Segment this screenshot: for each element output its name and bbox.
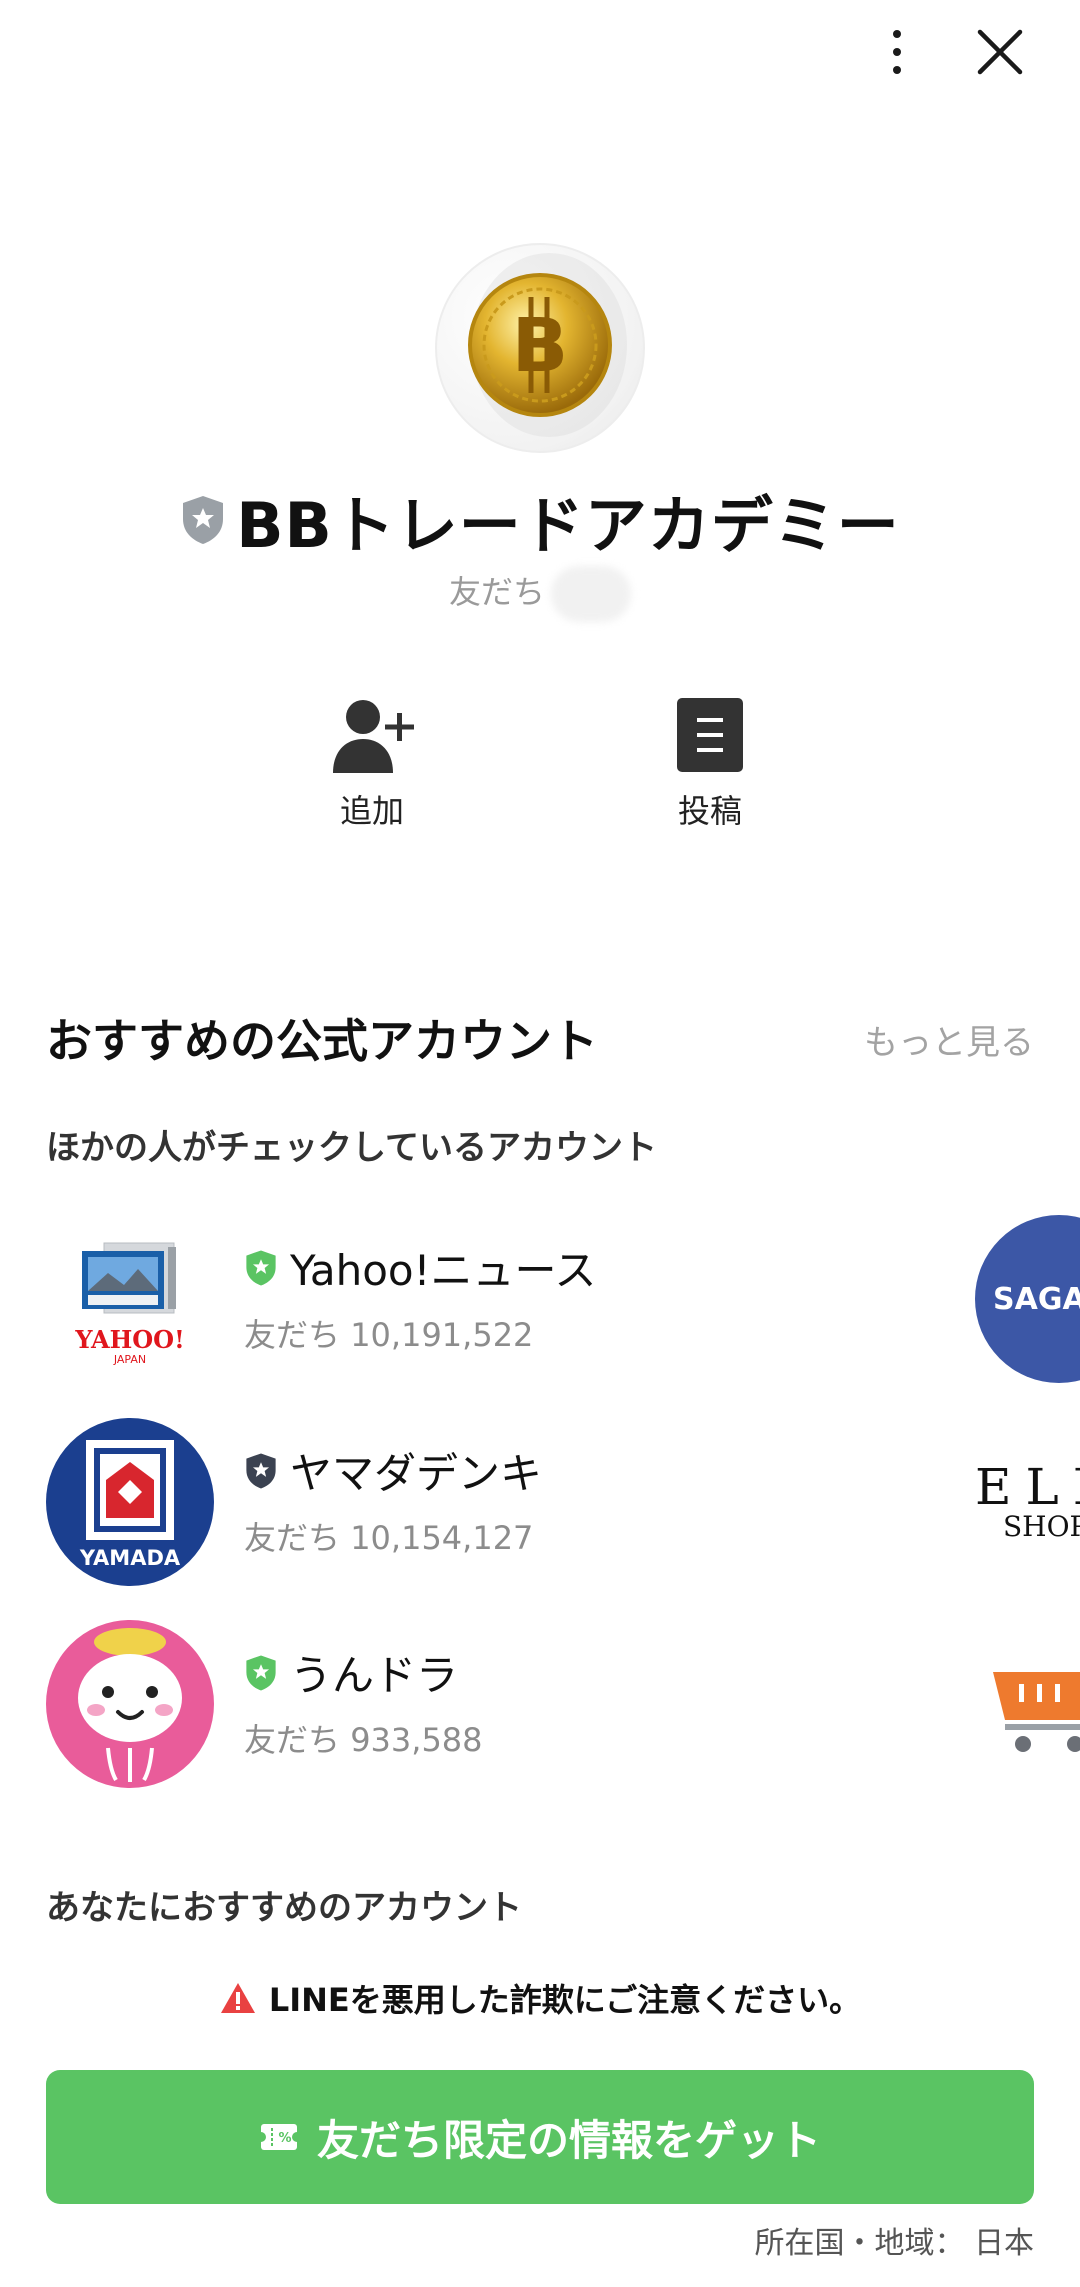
coupon-icon: % (258, 2124, 299, 2150)
get-friend-info-button[interactable]: % 友だち限定の情報をゲット (46, 2070, 1034, 2204)
yahoo-news-logo: YAHOO! JAPAN (46, 1215, 214, 1383)
profile-title-row: BBトレードアカデミー (0, 485, 1080, 562)
svg-text:%: % (278, 2131, 291, 2146)
yahoo-logo-sub: JAPAN (113, 1353, 147, 1366)
section-subtitle-2: あなたにおすすめのアカウント (46, 1888, 522, 1928)
account-friends-count: 友だち 10,191,522 (244, 1316, 534, 1354)
posts-label: 投稿 (677, 792, 742, 830)
profile-avatar[interactable]: B (435, 243, 645, 453)
verified-badge-icon (246, 1249, 276, 1286)
add-friend-icon (333, 700, 414, 773)
page-title: BBトレードアカデミー (236, 489, 900, 562)
country-region: 所在国・地域： 日本 (754, 2226, 1034, 2261)
account-friends-count: 友だち 933,588 (244, 1721, 483, 1759)
yahoo-logo-text: YAHOO! (75, 1325, 185, 1354)
friends-count: 友だち (0, 566, 1080, 622)
account-row-undora[interactable]: うんドラ 友だち 933,588 (46, 1620, 946, 1790)
see-more-link[interactable]: もっと見る (864, 1015, 1034, 1064)
next-column-sagawa-logo[interactable]: SAGAV (975, 1215, 1080, 1385)
section-title: おすすめの公式アカウント (46, 1014, 598, 1068)
undora-logo (46, 1620, 214, 1788)
posts-button[interactable]: 投稿 (630, 690, 790, 832)
close-icon[interactable] (970, 22, 1030, 82)
add-friend-label: 追加 (339, 792, 404, 830)
verified-badge-icon (246, 1654, 276, 1691)
yamada-logo-text: YAMADA (79, 1546, 181, 1570)
shield-badge-icon (183, 496, 224, 544)
verified-badge-icon (246, 1452, 276, 1489)
svg-text:B: B (512, 303, 568, 389)
bitcoin-coin-image: B (468, 253, 627, 437)
account-name: Yahoo!ニュース (290, 1246, 597, 1295)
shopping-cart-icon (993, 1672, 1080, 1752)
account-row-yamada[interactable]: YAMADA ヤマダデンキ 友だち 10,154,127 (46, 1418, 946, 1588)
section-subtitle: ほかの人がチェックしているアカウント (46, 1128, 657, 1168)
cta-label: 友だち限定の情報をゲット (316, 2115, 821, 2165)
warning-icon (220, 1983, 255, 2013)
account-name: ヤマダデンキ (290, 1449, 543, 1498)
friends-label: 友だち (448, 573, 545, 611)
fraud-warning[interactable]: LINEを悪用した詐欺にご注意ください。 (0, 1975, 1080, 2021)
next-column-elle-logo[interactable]: ELL SHOP (975, 1418, 1080, 1588)
posts-icon (677, 698, 743, 772)
warning-text: LINEを悪用した詐欺にご注意ください。 (268, 1981, 862, 2019)
top-bar (0, 0, 1080, 110)
account-row-yahoo[interactable]: YAHOO! JAPAN Yahoo!ニュース 友だち 10,191,522 (46, 1215, 946, 1385)
add-friend-button[interactable]: 追加 (292, 690, 452, 832)
account-name: うんドラ (290, 1651, 459, 1700)
friends-count-hidden (551, 566, 631, 622)
account-friends-count: 友だち 10,154,127 (244, 1519, 534, 1557)
next-column-cart-logo[interactable] (975, 1620, 1080, 1790)
yamada-denki-logo: YAMADA (46, 1418, 214, 1586)
more-vertical-icon[interactable] (872, 22, 922, 82)
